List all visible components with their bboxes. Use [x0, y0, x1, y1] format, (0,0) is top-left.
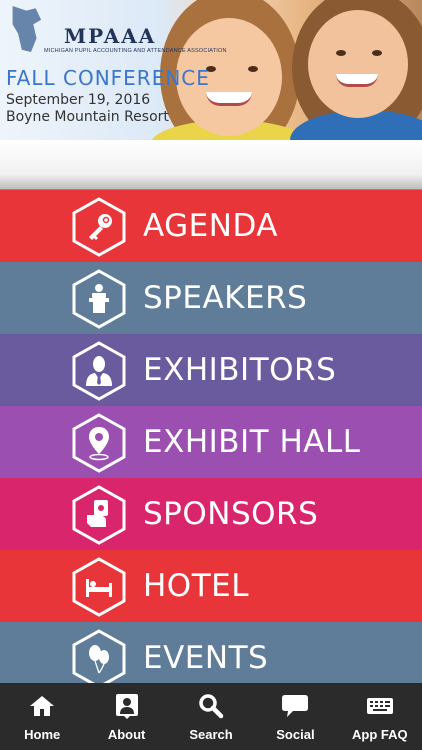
map-pin-icon [72, 413, 126, 473]
menu-item-label: EXHIBIT HALL [143, 424, 361, 460]
michigan-map-icon [12, 6, 42, 52]
menu-item-sponsors[interactable]: SPONSORS [0, 478, 422, 550]
logo-subtitle: MICHIGAN PUPIL ACCOUNTING AND ATTENDANCE… [44, 48, 227, 54]
key-icon [72, 197, 126, 257]
podium-icon [72, 269, 126, 329]
menu-item-label: SPONSORS [143, 496, 319, 532]
tab-label: App FAQ [352, 727, 408, 742]
banner-photo-face-right [308, 10, 408, 118]
menu-item-label: HOTEL [143, 568, 250, 604]
tab-label: Home [24, 727, 61, 742]
smile [336, 74, 378, 87]
eye [248, 66, 258, 72]
eye [336, 50, 346, 56]
balloons-icon [72, 629, 126, 683]
header-divider [0, 140, 422, 190]
menu-item-label: AGENDA [143, 208, 278, 244]
tab-social[interactable]: Social [253, 683, 337, 750]
conference-date: September 19, 2016 [6, 92, 151, 108]
smile [206, 92, 252, 106]
main-menu: AGENDA SPEAKERS EXHIBITORS EXHIBIT HALL [0, 190, 422, 683]
tab-app-faq[interactable]: App FAQ [338, 683, 422, 750]
mpaaa-logo: MPAAA MICHIGAN PUPIL ACCOUNTING AND ATTE… [8, 6, 226, 64]
menu-item-exhibit-hall[interactable]: EXHIBIT HALL [0, 406, 422, 478]
bed-icon [72, 557, 126, 617]
menu-item-label: SPEAKERS [143, 280, 308, 316]
search-icon [196, 691, 226, 721]
tab-label: About [107, 727, 146, 742]
menu-item-agenda[interactable]: AGENDA [0, 190, 422, 262]
tab-label: Social [276, 727, 315, 742]
tab-about[interactable]: About [84, 683, 168, 750]
chat-bubble-icon [280, 691, 310, 721]
bottom-tab-bar: Home About Search Social App FAQ [0, 683, 422, 750]
menu-item-label: EVENTS [143, 640, 269, 676]
person-card-icon [112, 691, 142, 721]
home-icon [27, 691, 57, 721]
conference-title: FALL CONFERENCE [6, 66, 210, 90]
eye [372, 50, 382, 56]
money-hand-icon [72, 485, 126, 545]
header-banner: MPAAA MICHIGAN PUPIL ACCOUNTING AND ATTE… [0, 0, 422, 140]
menu-item-exhibitors[interactable]: EXHIBITORS [0, 334, 422, 406]
menu-item-speakers[interactable]: SPEAKERS [0, 262, 422, 334]
keyboard-icon [365, 691, 395, 721]
tab-label: Search [189, 727, 233, 742]
menu-item-hotel[interactable]: HOTEL [0, 550, 422, 622]
logo-text: MPAAA [64, 24, 157, 48]
tab-home[interactable]: Home [0, 683, 84, 750]
businessman-icon [72, 341, 126, 401]
conference-venue: Boyne Mountain Resort [6, 109, 169, 125]
menu-item-label: EXHIBITORS [143, 352, 337, 388]
tab-search[interactable]: Search [169, 683, 253, 750]
menu-item-events[interactable]: EVENTS [0, 622, 422, 683]
